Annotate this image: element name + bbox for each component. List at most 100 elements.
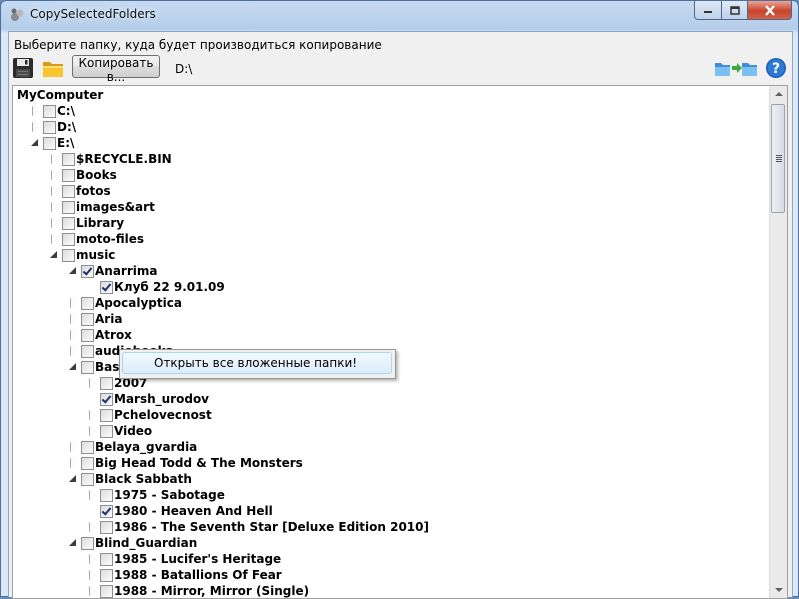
vertical-scrollbar[interactable] bbox=[769, 86, 787, 598]
collapse-arrow-icon[interactable] bbox=[68, 266, 78, 276]
folder-checkbox[interactable] bbox=[81, 456, 94, 470]
expand-arrow-icon[interactable] bbox=[30, 122, 40, 132]
collapse-arrow-icon[interactable] bbox=[68, 362, 78, 372]
expand-arrow-icon[interactable] bbox=[68, 330, 78, 340]
folder-checkbox[interactable] bbox=[62, 168, 75, 182]
folder-checkbox[interactable] bbox=[81, 328, 94, 342]
minimize-button[interactable] bbox=[694, 1, 722, 20]
tree-item[interactable]: 1975 - Sabotage bbox=[87, 487, 225, 503]
folder-checkbox[interactable] bbox=[81, 296, 94, 310]
collapse-arrow-icon[interactable] bbox=[49, 250, 59, 260]
tree-item[interactable]: Big Head Todd & The Monsters bbox=[68, 455, 303, 471]
folder-checkbox[interactable] bbox=[62, 216, 75, 230]
folder-checkbox[interactable] bbox=[100, 280, 113, 294]
tree-item[interactable]: music bbox=[49, 247, 115, 263]
folder-checkbox[interactable] bbox=[81, 360, 94, 374]
expand-arrow-icon[interactable] bbox=[87, 554, 97, 564]
expand-arrow-icon[interactable] bbox=[68, 346, 78, 356]
folder-checkbox[interactable] bbox=[100, 488, 113, 502]
tree-item[interactable]: Aria bbox=[68, 311, 122, 327]
tree-item[interactable]: 1985 - Lucifer's Heritage bbox=[87, 551, 281, 567]
scroll-up-button[interactable] bbox=[770, 86, 787, 103]
tree-item[interactable]: Marsh_urodov bbox=[87, 391, 209, 407]
folder-checkbox[interactable] bbox=[100, 584, 113, 598]
folder-checkbox[interactable] bbox=[43, 104, 56, 118]
folder-checkbox[interactable] bbox=[81, 440, 94, 454]
expand-arrow-icon[interactable] bbox=[68, 442, 78, 452]
expand-arrow-icon[interactable] bbox=[87, 426, 97, 436]
tree-item[interactable]: Клуб 22 9.01.09 bbox=[87, 279, 225, 295]
tree-item[interactable]: Apocalyptica bbox=[68, 295, 182, 311]
tree-item[interactable]: $RECYCLE.BIN bbox=[49, 151, 172, 167]
expand-arrow-icon[interactable] bbox=[87, 570, 97, 580]
tree-item[interactable]: Black Sabbath bbox=[68, 471, 192, 487]
tree-item[interactable]: moto-files bbox=[49, 231, 144, 247]
expand-arrow-icon[interactable] bbox=[49, 234, 59, 244]
folder-checkbox[interactable] bbox=[43, 120, 56, 134]
open-folder-icon[interactable] bbox=[42, 57, 64, 79]
tree-item[interactable]: MyComputer bbox=[16, 87, 103, 103]
folder-checkbox[interactable] bbox=[100, 504, 113, 518]
tree-item[interactable]: Pchelovecnost bbox=[87, 407, 212, 423]
tree-item[interactable]: Belaya_gvardia bbox=[68, 439, 197, 455]
folder-checkbox[interactable] bbox=[100, 408, 113, 422]
maximize-button[interactable] bbox=[722, 1, 748, 20]
tree-item[interactable]: 1988 - Batallions Of Fear bbox=[87, 567, 282, 583]
folder-checkbox[interactable] bbox=[81, 312, 94, 326]
expand-arrow-icon[interactable] bbox=[49, 202, 59, 212]
expand-arrow-icon[interactable] bbox=[49, 186, 59, 196]
expand-arrow-icon[interactable] bbox=[30, 106, 40, 116]
tree-item[interactable]: Blind_Guardian bbox=[68, 535, 197, 551]
scroll-down-button[interactable] bbox=[770, 581, 787, 598]
save-icon[interactable] bbox=[12, 57, 34, 79]
help-icon[interactable]: ? bbox=[765, 57, 787, 79]
tree-item[interactable]: Books bbox=[49, 167, 117, 183]
tree-item[interactable]: E:\ bbox=[30, 135, 74, 151]
folder-checkbox[interactable] bbox=[100, 376, 113, 390]
tree-item[interactable]: 1980 - Heaven And Hell bbox=[87, 503, 273, 519]
tree-item[interactable]: D:\ bbox=[30, 119, 76, 135]
tree-item[interactable]: Library bbox=[49, 215, 124, 231]
scroll-thumb[interactable] bbox=[771, 104, 785, 213]
folder-checkbox[interactable] bbox=[62, 232, 75, 246]
tree-item[interactable]: C:\ bbox=[30, 103, 75, 119]
folder-checkbox[interactable] bbox=[62, 184, 75, 198]
expand-arrow-icon[interactable] bbox=[68, 458, 78, 468]
folder-checkbox[interactable] bbox=[100, 520, 113, 534]
folder-tree[interactable]: MyComputer C:\ D:\ E:\ $RECYCLE.BIN Books foto… bbox=[12, 85, 788, 599]
collapse-arrow-icon[interactable] bbox=[68, 474, 78, 484]
title-bar[interactable]: CopySelectedFolders bbox=[1, 1, 798, 29]
expand-arrow-icon[interactable] bbox=[87, 410, 97, 420]
folder-checkbox[interactable] bbox=[81, 472, 94, 486]
tree-item[interactable]: Anarrima bbox=[68, 263, 157, 279]
tree-item[interactable]: fotos bbox=[49, 183, 111, 199]
collapse-arrow-icon[interactable] bbox=[30, 138, 40, 148]
folder-checkbox[interactable] bbox=[81, 536, 94, 550]
folder-checkbox[interactable] bbox=[43, 136, 56, 150]
expand-arrow-icon[interactable] bbox=[87, 378, 97, 388]
collapse-arrow-icon[interactable] bbox=[68, 538, 78, 548]
expand-arrow-icon[interactable] bbox=[87, 522, 97, 532]
expand-arrow-icon[interactable] bbox=[49, 154, 59, 164]
close-button[interactable] bbox=[748, 1, 792, 20]
expand-arrow-icon[interactable] bbox=[87, 586, 97, 596]
tree-item[interactable]: Video bbox=[87, 423, 152, 439]
transfer-icon[interactable] bbox=[714, 57, 758, 79]
expand-arrow-icon[interactable] bbox=[68, 314, 78, 324]
context-menu-item-open-all-subfolders[interactable]: Открыть все вложенные папки! bbox=[122, 352, 392, 374]
tree-item[interactable]: 1986 - The Seventh Star [Deluxe Edition … bbox=[87, 519, 429, 535]
expand-arrow-icon[interactable] bbox=[87, 490, 97, 500]
copy-to-button[interactable]: Копировать в... bbox=[72, 55, 160, 84]
expand-arrow-icon[interactable] bbox=[49, 218, 59, 228]
folder-checkbox[interactable] bbox=[100, 424, 113, 438]
folder-checkbox[interactable] bbox=[62, 200, 75, 214]
folder-checkbox[interactable] bbox=[81, 264, 94, 278]
folder-checkbox[interactable] bbox=[100, 392, 113, 406]
tree-item[interactable]: images&art bbox=[49, 199, 155, 215]
folder-checkbox[interactable] bbox=[100, 568, 113, 582]
folder-checkbox[interactable] bbox=[62, 248, 75, 262]
folder-checkbox[interactable] bbox=[62, 152, 75, 166]
expand-arrow-icon[interactable] bbox=[68, 298, 78, 308]
tree-item[interactable]: Atrox bbox=[68, 327, 132, 343]
folder-checkbox[interactable] bbox=[100, 552, 113, 566]
